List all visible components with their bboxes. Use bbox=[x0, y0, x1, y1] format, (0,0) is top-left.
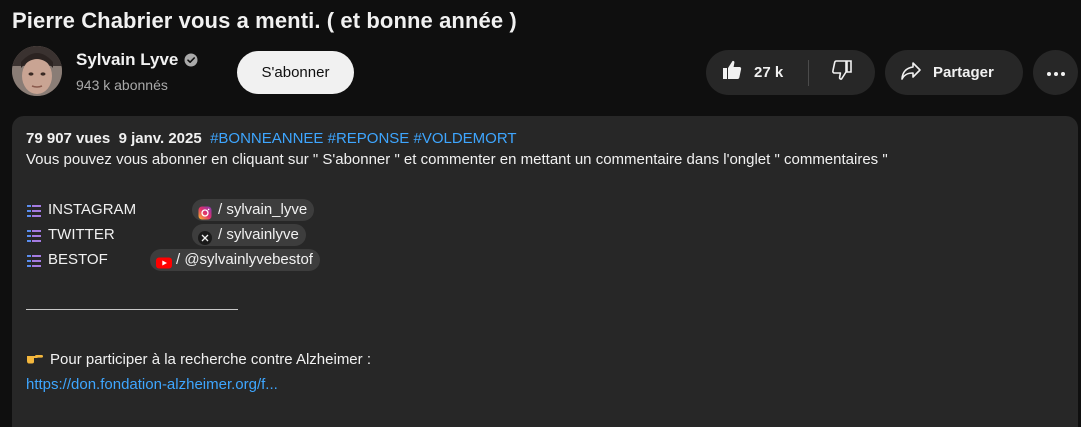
x-icon bbox=[198, 228, 212, 245]
like-dislike-group: 27 k bbox=[706, 50, 875, 95]
channel-name[interactable]: Sylvain Lyve bbox=[76, 50, 178, 70]
subscriber-count: 943 k abonnés bbox=[76, 77, 168, 93]
instagram-link-chip[interactable]: / sylvain_lyve bbox=[192, 198, 315, 221]
like-count: 27 k bbox=[754, 64, 784, 81]
upload-date: 9 janv. 2025 bbox=[118, 130, 202, 147]
more-horizontal-icon bbox=[1046, 64, 1066, 82]
share-button[interactable]: Partager bbox=[885, 50, 1023, 95]
social-row: BESTOF / @sylvainlyvebestof bbox=[26, 247, 1064, 272]
instagram-handle: / sylvain_lyve bbox=[218, 201, 308, 218]
verified-icon bbox=[184, 53, 198, 67]
youtube-handle: / @sylvainlyvebestof bbox=[176, 251, 313, 268]
description-meta: 79 907 vues 9 janv. 2025 #BONNEANNEE #RE… bbox=[26, 130, 1064, 147]
x-link-chip[interactable]: / sylvainlyve bbox=[192, 223, 306, 246]
description-panel[interactable]: 79 907 vues 9 janv. 2025 #BONNEANNEE #RE… bbox=[12, 116, 1078, 427]
alzheimer-text: Pour participer à la recherche contre Al… bbox=[50, 351, 371, 368]
x-handle: / sylvainlyve bbox=[218, 226, 299, 243]
hashtag[interactable]: #VOLDEMORT bbox=[413, 130, 516, 147]
alzheimer-link-line: https://don.fondation-alzheimer.org/f... bbox=[26, 372, 1064, 397]
description-intro: Vous pouvez vous abonner en cliquant sur… bbox=[26, 151, 888, 168]
alzheimer-line: Pour participer à la recherche contre Al… bbox=[26, 347, 1064, 372]
social-name: TWITTER bbox=[48, 226, 115, 243]
view-count: 79 907 vues bbox=[26, 130, 111, 147]
youtube-icon bbox=[156, 253, 172, 268]
share-arrow-icon bbox=[899, 58, 923, 87]
video-title: Pierre Chabrier vous a menti. ( et bonne… bbox=[12, 8, 517, 33]
list-icon bbox=[26, 252, 42, 268]
channel-name-wrap: Sylvain Lyve bbox=[76, 50, 198, 70]
description-body: Vous pouvez vous abonner en cliquant sur… bbox=[26, 147, 1064, 397]
youtube-link-chip[interactable]: / @sylvainlyvebestof bbox=[150, 248, 320, 271]
channel-row: Sylvain Lyve 943 k abonnés S'abonner 27 … bbox=[12, 46, 1081, 102]
share-label: Partager bbox=[933, 64, 994, 81]
hashtag[interactable]: #REPONSE bbox=[328, 130, 410, 147]
alzheimer-donation-link[interactable]: https://don.fondation-alzheimer.org/f... bbox=[26, 372, 278, 397]
separator-line bbox=[26, 297, 1064, 322]
dislike-button[interactable] bbox=[809, 50, 875, 95]
social-row: INSTAGRAM / sylvain_lyve bbox=[26, 197, 1064, 222]
thumbs-up-icon bbox=[720, 58, 744, 87]
avatar-image bbox=[12, 46, 62, 96]
social-name: BESTOF bbox=[48, 251, 108, 268]
more-actions-button[interactable] bbox=[1033, 50, 1078, 95]
thumbs-down-icon bbox=[830, 58, 854, 87]
instagram-icon bbox=[198, 203, 212, 219]
list-icon bbox=[26, 202, 42, 218]
like-button[interactable]: 27 k bbox=[706, 50, 808, 95]
social-row: TWITTER / sylvainlyve bbox=[26, 222, 1064, 247]
pointing-hand-icon bbox=[26, 347, 44, 372]
channel-avatar[interactable] bbox=[12, 46, 62, 96]
separator-rule bbox=[26, 309, 238, 310]
hashtag[interactable]: #BONNEANNEE bbox=[210, 130, 323, 147]
subscribe-button[interactable]: S'abonner bbox=[237, 51, 354, 94]
social-name: INSTAGRAM bbox=[48, 201, 137, 218]
list-icon bbox=[26, 227, 42, 243]
